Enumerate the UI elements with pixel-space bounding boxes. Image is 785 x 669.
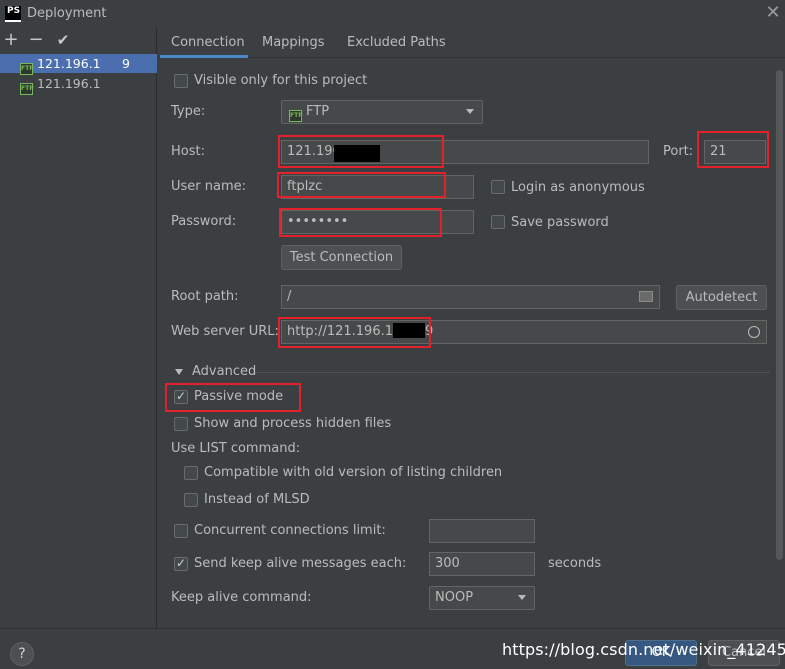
highlight-box — [165, 383, 301, 412]
watermark-url: https://blog.csdn.net/weixin_41245990 — [502, 640, 785, 659]
root-path-value: / — [287, 289, 292, 304]
save-password-label: Save password — [511, 215, 609, 230]
hidden-files-checkbox[interactable] — [174, 417, 188, 431]
title-bar — [0, 0, 785, 28]
server-list-item[interactable]: FTP 121.196.1 9 — [0, 54, 157, 75]
globe-icon[interactable] — [748, 326, 760, 338]
phpstorm-app-icon: PS — [5, 6, 21, 22]
hidden-files-label: Show and process hidden files — [194, 416, 392, 431]
ftp-server-icon: FTP — [20, 83, 34, 95]
server-label: 121.196.1 — [37, 56, 101, 71]
keepalive-label: Send keep alive messages each: — [194, 556, 407, 571]
active-tab-indicator — [160, 55, 248, 58]
anonymous-label: Login as anonymous — [511, 180, 645, 195]
server-label: 121.196.1 — [37, 76, 101, 91]
keepalive-interval-input[interactable]: 300 — [429, 552, 535, 576]
keepalive-checkbox[interactable] — [174, 556, 188, 571]
tab-connection[interactable]: Connection — [171, 35, 245, 50]
visible-only-label: Visible only for this project — [194, 73, 368, 88]
compatible-checkbox[interactable] — [184, 466, 198, 480]
keepalive-command-label: Keep alive command: — [171, 590, 312, 605]
tab-bar — [158, 28, 785, 58]
scrollbar-thumb[interactable] — [776, 70, 783, 560]
collapse-triangle-icon[interactable] — [175, 369, 183, 375]
list-command-label: Use LIST command: — [171, 441, 301, 456]
concurrent-checkbox[interactable] — [174, 524, 188, 538]
web-url-label: Web server URL: — [171, 324, 279, 339]
compatible-label: Compatible with old version of listing c… — [204, 465, 503, 480]
port-label: Port: — [663, 144, 694, 159]
tab-mappings[interactable]: Mappings — [262, 35, 325, 50]
advanced-header[interactable]: Advanced — [192, 364, 256, 379]
chevron-down-icon — [518, 595, 526, 600]
autodetect-button[interactable]: Autodetect — [676, 285, 767, 310]
concurrent-limit-input[interactable] — [429, 519, 535, 543]
add-server-button[interactable]: + — [0, 29, 22, 51]
password-label: Password: — [171, 214, 237, 229]
type-value: FTP — [306, 104, 330, 119]
visible-only-checkbox[interactable] — [174, 74, 188, 88]
ftp-type-icon: FTP — [289, 110, 303, 122]
folder-icon[interactable] — [639, 291, 653, 302]
remove-server-button[interactable]: − — [25, 29, 47, 51]
tab-excluded-paths[interactable]: Excluded Paths — [347, 35, 446, 50]
set-default-check-button[interactable]: ✔ — [52, 29, 74, 51]
keepalive-command-value: NOOP — [435, 590, 474, 605]
host-label: Host: — [171, 144, 205, 159]
highlight-box — [278, 317, 431, 348]
type-select[interactable]: FTP FTP — [281, 100, 483, 124]
help-button[interactable]: ? — [10, 642, 34, 666]
anonymous-checkbox[interactable] — [491, 180, 505, 194]
keepalive-command-select[interactable]: NOOP — [429, 586, 535, 610]
root-path-label: Root path: — [171, 289, 239, 304]
instead-mlsd-checkbox[interactable] — [184, 493, 198, 507]
type-label: Type: — [171, 104, 206, 119]
seconds-label: seconds — [548, 556, 602, 571]
window-title: Deployment — [27, 6, 107, 21]
highlight-box — [279, 208, 442, 237]
instead-mlsd-label: Instead of MLSD — [204, 492, 310, 507]
test-connection-button[interactable]: Test Connection — [281, 245, 402, 270]
root-path-input[interactable]: / — [281, 285, 660, 309]
highlight-box — [277, 172, 446, 198]
chevron-down-icon — [466, 109, 474, 114]
close-icon[interactable]: ✕ — [764, 3, 782, 23]
server-list-panel — [0, 28, 157, 628]
section-divider — [256, 372, 770, 373]
save-password-checkbox[interactable] — [491, 215, 505, 229]
username-label: User name: — [171, 179, 247, 194]
server-list-item[interactable]: FTP 121.196.1 — [0, 74, 157, 95]
highlight-box — [697, 131, 769, 168]
server-label-suffix: 9 — [122, 56, 130, 71]
highlight-box — [278, 135, 444, 168]
concurrent-label: Concurrent connections limit: — [194, 523, 386, 538]
